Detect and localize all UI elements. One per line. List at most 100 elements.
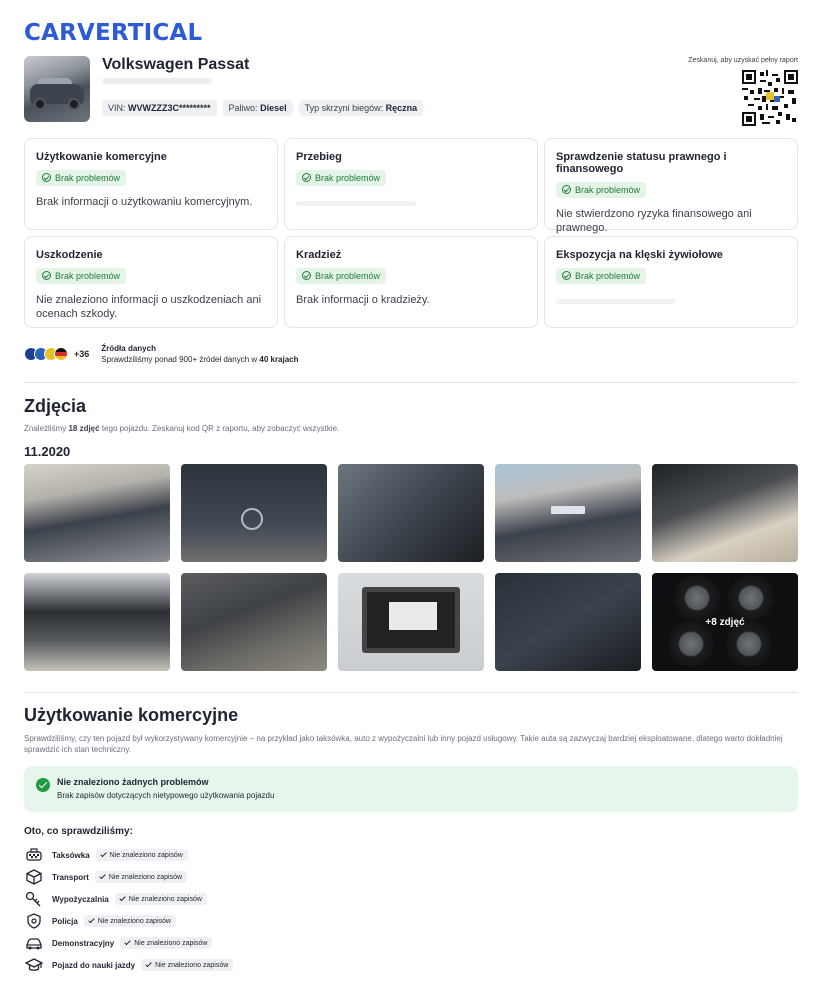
photo-spare-tires[interactable]: +8 zdjęć	[652, 573, 798, 671]
card-text: Nie znaleziono informacji o uszkodzeniac…	[36, 294, 262, 320]
vehicle-chips: VIN: WVWZZZ3C********* Paliwo: Diesel Ty…	[102, 100, 424, 116]
check-label: Taksówka	[52, 850, 90, 860]
check-label: Pojazd do nauki jazdy	[52, 960, 136, 970]
check-label: Demonstracyjny	[52, 938, 115, 948]
country-flags	[24, 347, 68, 361]
status-badge: Brak problemów	[296, 267, 387, 284]
check-circle-icon	[42, 173, 51, 182]
card-title: Ekspozycja na klęski żywiołowe	[556, 249, 723, 261]
photo-infotainment-screen[interactable]	[338, 573, 484, 671]
photo-panel-dent[interactable]	[495, 573, 641, 671]
photo-front-seats[interactable]	[652, 464, 798, 562]
check-row-transport: Transport Nie znaleziono zapisów	[24, 866, 233, 888]
card-theft: Kradzież Brak problemów Brak informacji …	[284, 236, 538, 328]
fuel-value: Diesel	[260, 103, 287, 113]
vin-value: WVWZZZ3C*********	[128, 103, 211, 113]
check-label: Transport	[52, 872, 89, 882]
shield-icon	[24, 913, 44, 929]
no-problems-text: Brak zapisów dotyczących nietypowego uży…	[57, 791, 275, 800]
summary-cards: Użytkowanie komercyjne Brak problemów Br…	[24, 138, 798, 328]
gearbox-value: Ręczna	[385, 103, 418, 113]
check-row-police: Policja Nie znaleziono zapisów	[24, 910, 233, 932]
check-row-taxi: Taksówka Nie znaleziono zapisów	[24, 844, 233, 866]
card-text: Nie stwierdzono ryzyka finansowego ani p…	[556, 208, 752, 234]
checked-list: Taksówka Nie znaleziono zapisów Transpor…	[24, 844, 234, 976]
check-row-demo: Demonstracyjny Nie znaleziono zapisów	[24, 932, 233, 954]
photos-info: Znaleźliśmy 18 zdjęć tego pojazdu. Zeska…	[24, 424, 340, 433]
photo-rear-three-quarter[interactable]	[495, 464, 641, 562]
card-commercial-use: Użytkowanie komercyjne Brak problemów Br…	[24, 138, 278, 230]
commercial-use-description: Sprawdziliśmy, czy ten pojazd był wykorz…	[24, 734, 783, 754]
fuel-chip: Paliwo: Diesel	[222, 100, 293, 116]
check-label: Wypożyczalnia	[52, 894, 109, 904]
photo-bumper-damage[interactable]	[181, 573, 327, 671]
no-problems-title: Nie znaleziono żadnych problemów	[57, 777, 209, 787]
card-text: Brak informacji o kradzieży.	[296, 294, 430, 306]
data-sources: +36 Źródła danych Sprawdziliśmy ponad 90…	[24, 343, 299, 365]
fuel-label: Paliwo:	[228, 103, 258, 113]
card-natural-disaster: Ekspozycja na klęski żywiołowe Brak prob…	[544, 236, 798, 328]
status-badge: Brak problemów	[556, 181, 647, 198]
gearbox-label: Typ skrzyni biegów:	[304, 103, 384, 113]
check-circle-icon	[302, 271, 311, 280]
card-title: Przebieg	[296, 151, 342, 163]
photo-dashboard[interactable]	[24, 573, 170, 671]
divider	[24, 692, 798, 693]
check-circle-icon	[562, 185, 571, 194]
card-title: Użytkowanie komercyjne	[36, 151, 167, 163]
more-photos-label[interactable]: +8 zdjęć	[652, 573, 798, 671]
countries-count: +36	[74, 349, 90, 359]
carvertical-logo: CARVERTICAL	[24, 20, 203, 46]
divider	[24, 382, 798, 383]
photos-heading: Zdjęcia	[24, 396, 87, 416]
vehicle-name: Volkswagen Passat	[102, 56, 250, 73]
commercial-use-heading: Użytkowanie komercyjne	[24, 705, 239, 725]
photo-grid: +8 zdjęć	[24, 464, 798, 671]
card-damage: Uszkodzenie Brak problemów Nie znalezion…	[24, 236, 278, 328]
check-status-pill: Nie znaleziono zapisów	[83, 915, 176, 927]
check-status-pill: Nie znaleziono zapisów	[94, 871, 188, 883]
card-text-redacted	[296, 201, 416, 206]
gearbox-chip: Typ skrzyni biegów: Ręczna	[298, 100, 424, 116]
check-circle-icon	[302, 173, 311, 182]
status-badge: Brak problemów	[36, 169, 127, 186]
card-title: Sprawdzenie statusu prawnego i finansowe…	[556, 151, 727, 175]
vehicle-thumbnail	[24, 56, 90, 122]
card-text-redacted	[556, 299, 676, 304]
card-legal-financial: Sprawdzenie statusu prawnego i finansowe…	[544, 138, 798, 234]
qr-code[interactable]	[742, 70, 798, 126]
check-mark-icon	[145, 960, 152, 968]
photo-front[interactable]	[24, 464, 170, 562]
status-badge: Brak problemów	[36, 267, 127, 284]
photo-rear[interactable]	[181, 464, 327, 562]
box-icon	[24, 869, 44, 885]
check-status-pill: Nie znaleziono zapisów	[95, 849, 188, 861]
sources-text: Źródła danych Sprawdziliśmy ponad 900+ ź…	[101, 343, 298, 365]
vin-label: VIN:	[108, 103, 126, 113]
check-label: Policja	[52, 916, 78, 926]
flag-de-icon	[54, 347, 68, 361]
check-row-driving-school: Pojazd do nauki jazdy Nie znaleziono zap…	[24, 954, 234, 976]
vin-chip: VIN: WVWZZZ3C*********	[102, 100, 217, 116]
car-icon	[24, 935, 44, 951]
check-mark-icon	[99, 850, 107, 858]
check-status-pill: Nie znaleziono zapisów	[114, 893, 207, 905]
check-mark-icon	[119, 894, 126, 902]
check-mark-icon	[124, 938, 131, 946]
check-row-rental: Wypożyczalnia Nie znaleziono zapisów	[24, 888, 233, 910]
sources-heading: Źródła danych	[101, 344, 156, 353]
check-status-pill: Nie znaleziono zapisów	[120, 937, 213, 949]
check-mark-icon	[88, 916, 95, 924]
card-title: Kradzież	[296, 249, 342, 261]
check-mark-icon	[99, 872, 106, 880]
status-badge: Brak problemów	[296, 169, 387, 186]
check-circle-icon	[42, 271, 51, 280]
taxi-icon	[24, 847, 44, 863]
vehicle-subtitle-redacted	[102, 78, 212, 84]
card-text: Brak informacji o użytkowaniu komercyjny…	[36, 196, 253, 208]
photo-wheel-scratch[interactable]	[338, 464, 484, 562]
check-status-pill: Nie znaleziono zapisów	[141, 959, 234, 971]
graduation-cap-icon	[24, 957, 44, 973]
success-check-icon	[36, 778, 50, 792]
check-circle-icon	[562, 271, 571, 280]
